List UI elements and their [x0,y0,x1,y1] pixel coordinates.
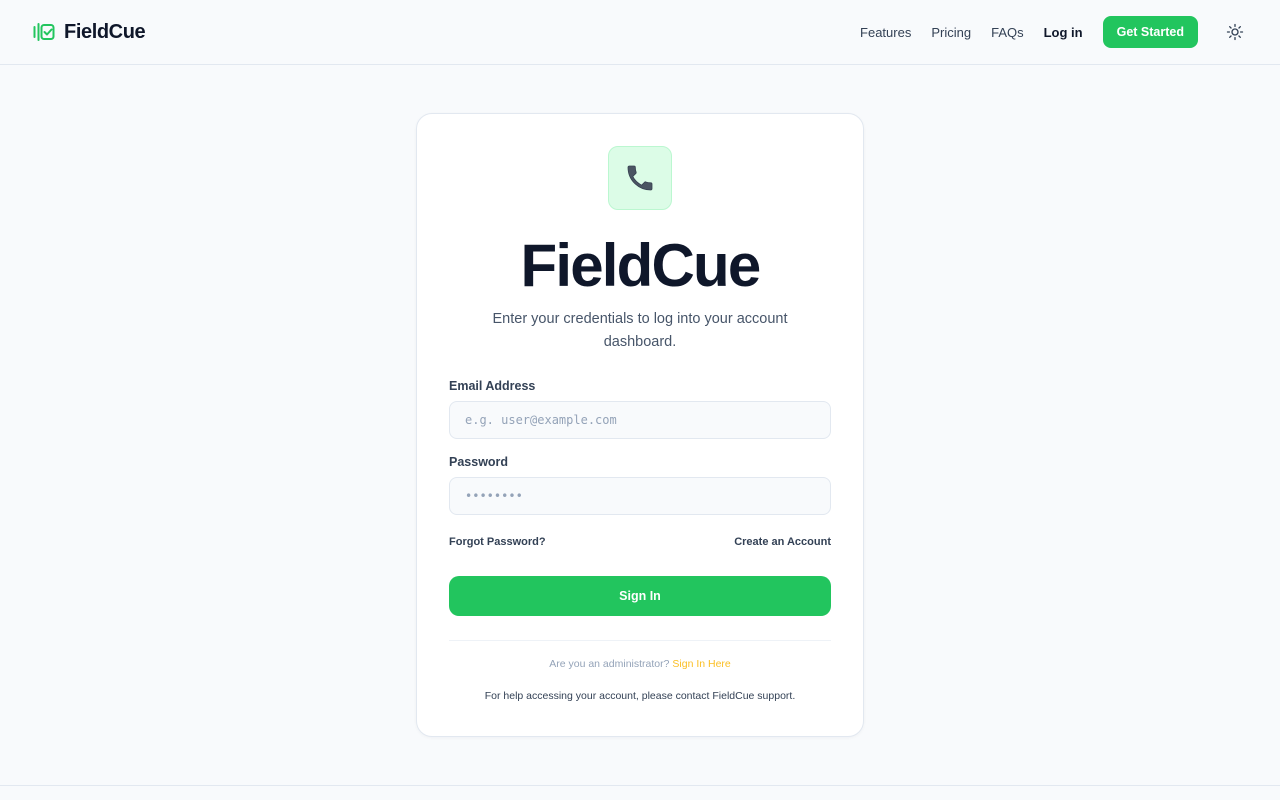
divider [449,640,831,641]
get-started-button[interactable]: Get Started [1102,16,1198,48]
footer-divider [0,785,1280,786]
email-field[interactable] [449,401,831,439]
password-label: Password [449,455,509,469]
app-icon-tile [608,146,672,210]
main-nav: Features Pricing FAQs Log in Get Started [860,16,1248,48]
admin-signin-line: Are you an administrator? Sign In Here [417,658,863,670]
admin-signin-link[interactable]: Sign In Here [672,658,730,670]
nav-link-login[interactable]: Log in [1044,25,1083,40]
email-label: Email Address [449,379,536,393]
nav-link-pricing[interactable]: Pricing [931,25,971,40]
telephone-icon [627,165,653,191]
password-field[interactable] [449,477,831,515]
brand-home-link[interactable]: FieldCue [32,18,146,46]
admin-prompt: Are you an administrator? [549,658,670,670]
support-help-text: For help accessing your account, please … [484,690,796,702]
brand-name: FieldCue [64,20,146,43]
nav-link-features[interactable]: Features [860,25,911,40]
sun-icon [1226,23,1244,41]
login-title: FieldCue [520,232,762,299]
forgot-password-link[interactable]: Forgot Password? [449,536,546,548]
top-navbar: FieldCue Features Pricing FAQs Log in Ge… [0,0,1280,65]
sign-in-button[interactable]: Sign In [449,576,831,616]
nav-link-faqs[interactable]: FAQs [991,25,1024,40]
login-card: FieldCue Enter your credentials to log i… [416,113,864,737]
account-links: Forgot Password? Create an Account [449,534,831,550]
create-account-link[interactable]: Create an Account [734,536,831,548]
login-subtitle: Enter your credentials to log into your … [492,311,788,350]
fieldcue-logo-icon [33,23,55,41]
theme-toggle-button[interactable] [1222,19,1248,45]
